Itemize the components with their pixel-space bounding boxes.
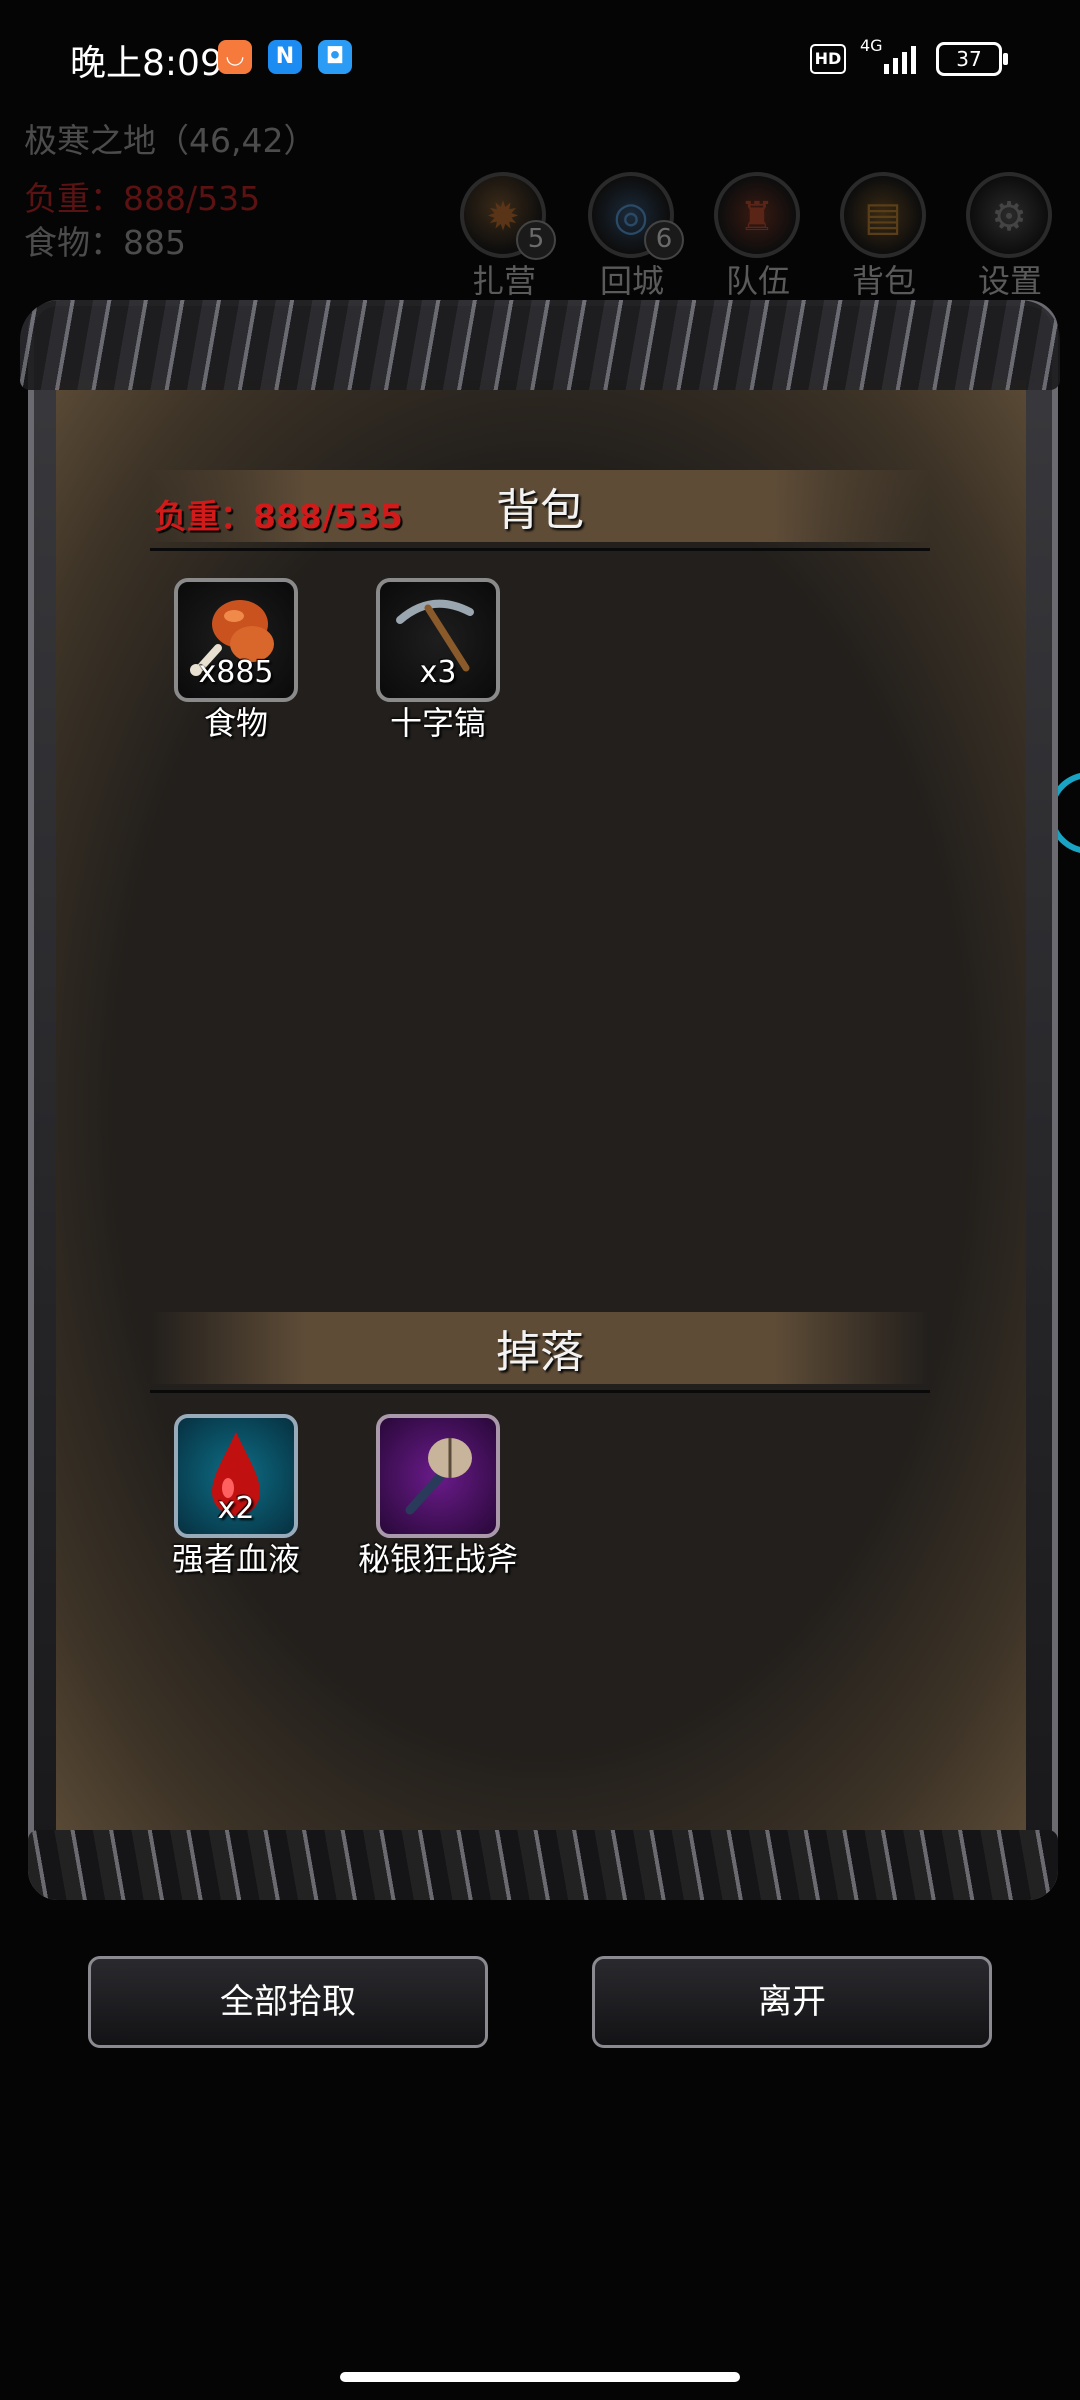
backpack-item-pickaxe[interactable]: x3 十字镐 (376, 578, 500, 742)
item-name: 秘银狂战斧 (357, 1540, 518, 1578)
item-count: x2 (217, 1491, 255, 1526)
item-count: x885 (198, 655, 274, 690)
nav-team-button[interactable]: ♜ 队伍 (710, 172, 806, 312)
nav-return-button[interactable]: ◎ 6 回城 (584, 172, 684, 312)
nav-bag-button[interactable]: ▤ 背包 (836, 172, 932, 312)
chat-app-icon: ◘ (318, 40, 352, 74)
nav-camp-button[interactable]: ✹ 5 扎营 (456, 172, 556, 312)
battle-axe-icon (376, 1414, 500, 1538)
return-badge: 6 (644, 220, 684, 260)
gear-icon: ⚙ (966, 172, 1052, 258)
camp-badge: 5 (516, 220, 556, 260)
nav-return-label: 回城 (599, 262, 664, 300)
drop-item-blood[interactable]: x2 强者血液 (172, 1414, 300, 1578)
nav-bag-label: 背包 (851, 262, 916, 300)
drumstick-icon: x885 (174, 578, 298, 702)
battery-level: 37 (956, 47, 982, 71)
nav-team-label: 队伍 (725, 262, 790, 300)
location-label: 极寒之地（46,42） (24, 121, 317, 160)
food-label: 食物：885 (24, 223, 186, 262)
mi-store-icon: ◡ (218, 40, 252, 74)
drop-item-axe[interactable]: 秘银狂战斧 (358, 1414, 518, 1578)
panel-bottom-ornament (28, 1830, 1058, 1900)
backpack-load: 负重：888/535 (154, 497, 403, 536)
load-label: 负重：888/535 (24, 179, 261, 218)
nav-settings-button[interactable]: ⚙ 设置 (962, 172, 1058, 312)
team-icon: ♜ (714, 172, 800, 258)
pickaxe-icon: x3 (376, 578, 500, 702)
signal-icon (878, 42, 922, 74)
barrel-icon: ▤ (840, 172, 926, 258)
leave-button[interactable]: 离开 (592, 1956, 992, 2048)
item-count: x3 (419, 655, 457, 690)
backpack-item-food[interactable]: x885 食物 (174, 578, 298, 742)
status-bar: 晚上8:09 ◡ N ◘ HD 4G 37 (0, 0, 1080, 120)
n-app-icon: N (268, 40, 302, 74)
item-name: 十字镐 (389, 704, 486, 742)
drops-divider (150, 1390, 930, 1393)
pickup-all-button[interactable]: 全部拾取 (88, 1956, 488, 2048)
nav-settings-label: 设置 (977, 262, 1042, 300)
panel-top-ornament (20, 300, 1060, 390)
battery-icon: 37 (936, 42, 1008, 76)
clock: 晚上8:09 (70, 43, 223, 84)
hd-icon: HD (810, 44, 846, 74)
blood-drop-icon: x2 (174, 1414, 298, 1538)
backpack-divider (150, 548, 930, 551)
home-indicator[interactable] (340, 2372, 740, 2382)
drops-title: 掉落 (496, 1327, 584, 1378)
nav-camp-label: 扎营 (471, 262, 536, 300)
